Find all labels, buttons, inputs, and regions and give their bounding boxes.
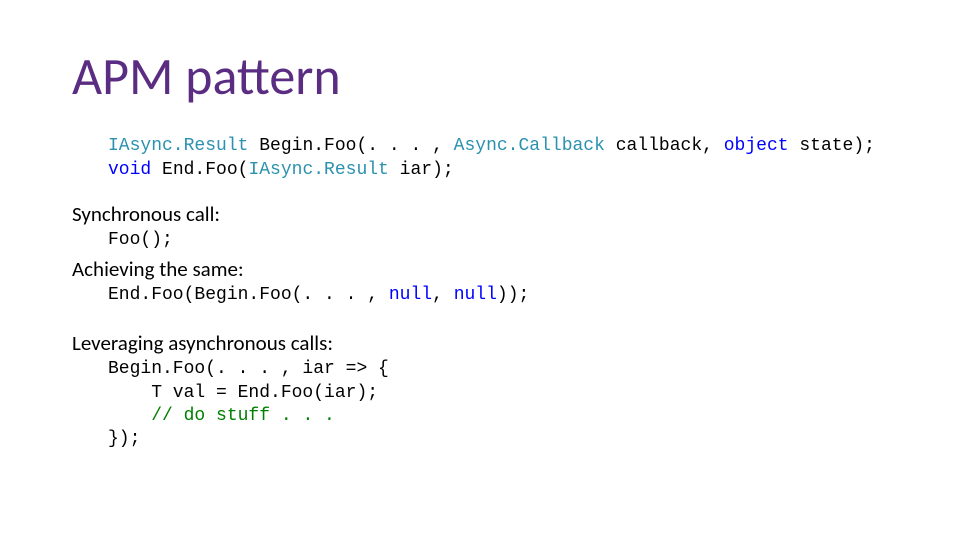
code-text: iar); — [389, 160, 454, 180]
code-type: IAsync.Result — [248, 160, 388, 180]
code-keyword: void — [108, 160, 151, 180]
code-text: , — [432, 285, 454, 305]
leverage-code: Begin.Foo(. . . , iar => { T val = End.F… — [108, 358, 888, 452]
code-text: Begin.Foo(. . . , — [248, 136, 453, 156]
code-text: Begin.Foo(. . . , iar => { — [108, 359, 389, 379]
code-text — [108, 406, 151, 426]
code-keyword: null — [454, 285, 497, 305]
code-text: )); — [497, 285, 529, 305]
code-text: state); — [789, 136, 875, 156]
code-text: }); — [108, 429, 140, 449]
leverage-label: Leveraging asynchronous calls: — [72, 331, 888, 356]
slide-title: APM pattern — [72, 48, 888, 105]
code-text: End.Foo( — [151, 160, 248, 180]
code-type: IAsync.Result — [108, 136, 248, 156]
slide: APM pattern IAsync.Result Begin.Foo(. . … — [0, 0, 960, 540]
code-comment: // do stuff . . . — [151, 406, 335, 426]
achieve-label: Achieving the same: — [72, 257, 888, 282]
code-keyword: object — [724, 136, 789, 156]
achieve-code: End.Foo(Begin.Foo(. . . , null, null)); — [108, 284, 888, 307]
code-text: End.Foo(Begin.Foo(. . . , — [108, 285, 389, 305]
code-type: Async.Callback — [454, 136, 605, 156]
sync-call-label: Synchronous call: — [72, 202, 888, 227]
sync-code: Foo(); — [108, 229, 888, 252]
code-text: T val = End.Foo(iar); — [108, 383, 378, 403]
code-text: callback, — [605, 136, 724, 156]
code-keyword: null — [389, 285, 432, 305]
signature-code: IAsync.Result Begin.Foo(. . . , Async.Ca… — [108, 135, 888, 182]
